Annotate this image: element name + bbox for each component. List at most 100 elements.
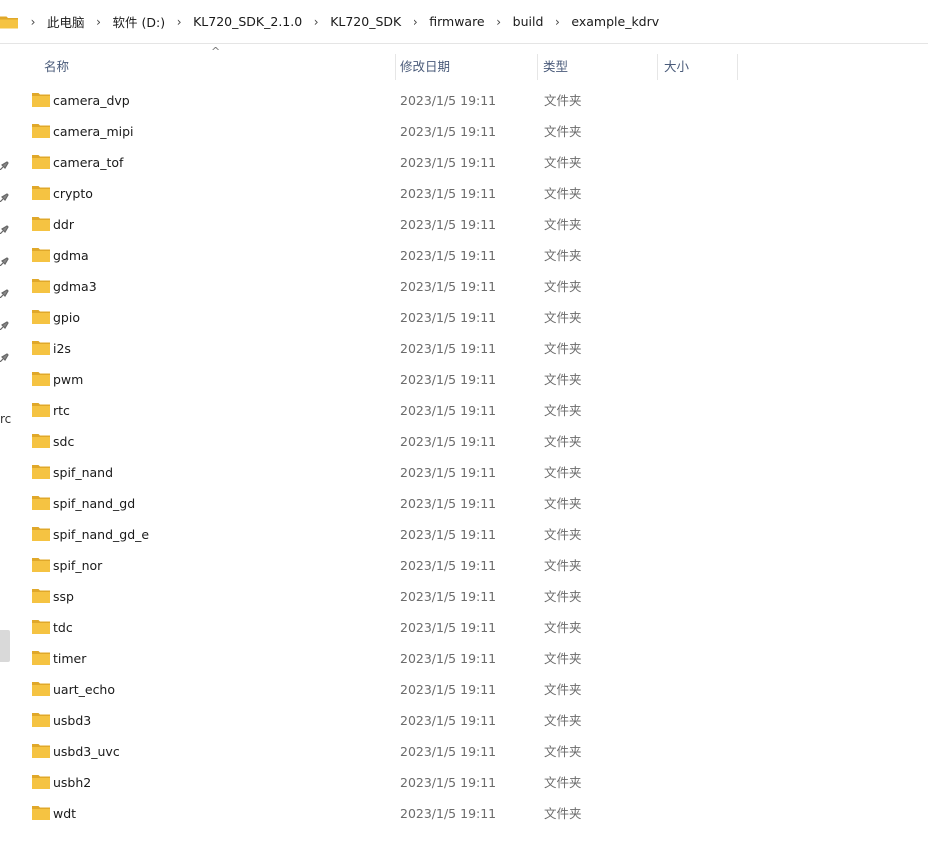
pin-icon[interactable] xyxy=(0,193,9,202)
file-type: 文件夹 xyxy=(544,527,582,542)
file-modified-date: 2023/1/5 19:11 xyxy=(400,589,497,604)
file-row[interactable]: uart_echo 2023/1/5 19:11 文件夹 xyxy=(12,674,928,705)
file-row[interactable]: usbd3_uvc 2023/1/5 19:11 文件夹 xyxy=(12,736,928,767)
file-name: spif_nand_gd_e xyxy=(53,527,150,542)
file-row[interactable]: camera_tof 2023/1/5 19:11 文件夹 xyxy=(12,147,928,178)
file-row[interactable]: i2s 2023/1/5 19:11 文件夹 xyxy=(12,333,928,364)
file-modified-date: 2023/1/5 19:11 xyxy=(400,248,497,263)
chevron-right-icon[interactable]: › xyxy=(488,15,510,29)
file-modified-date: 2023/1/5 19:11 xyxy=(400,155,497,170)
column-header-type[interactable]: 类型 xyxy=(535,52,658,82)
file-type: 文件夹 xyxy=(544,124,582,139)
file-row[interactable]: ddr 2023/1/5 19:11 文件夹 xyxy=(12,209,928,240)
breadcrumb-item[interactable]: example_kdrv xyxy=(568,14,662,29)
file-name: i2s xyxy=(53,341,71,356)
file-row[interactable]: rtc 2023/1/5 19:11 文件夹 xyxy=(12,395,928,426)
file-row[interactable]: spif_nand_gd 2023/1/5 19:11 文件夹 xyxy=(12,488,928,519)
folder-icon xyxy=(32,589,50,603)
folder-icon xyxy=(32,279,50,293)
file-modified-date: 2023/1/5 19:11 xyxy=(400,279,497,294)
breadcrumb-item[interactable]: KL720_SDK_2.1.0 xyxy=(190,14,305,29)
column-header-size[interactable]: 大小 xyxy=(656,52,738,82)
address-bar[interactable]: › 此电脑 › 软件 (D:) › KL720_SDK_2.1.0 › KL720_SDK › f… xyxy=(0,0,928,44)
chevron-right-icon[interactable]: › xyxy=(404,15,426,29)
file-name: camera_mipi xyxy=(53,124,134,139)
file-name: crypto xyxy=(53,186,93,201)
file-name: camera_dvp xyxy=(53,93,130,108)
file-row[interactable]: gdma3 2023/1/5 19:11 文件夹 xyxy=(12,271,928,302)
chevron-right-icon[interactable]: › xyxy=(88,15,110,29)
folder-icon xyxy=(32,620,50,634)
folder-icon xyxy=(32,744,50,758)
pin-icon[interactable] xyxy=(0,257,9,266)
breadcrumb-item[interactable]: firmware xyxy=(426,14,487,29)
file-name: sdc xyxy=(53,434,75,449)
file-row[interactable]: tdc 2023/1/5 19:11 文件夹 xyxy=(12,612,928,643)
folder-icon xyxy=(32,558,50,572)
folder-icon xyxy=(32,496,50,510)
file-type: 文件夹 xyxy=(544,465,582,480)
file-name: spif_nand_gd xyxy=(53,496,136,511)
chevron-right-icon[interactable]: › xyxy=(305,15,327,29)
folder-icon xyxy=(32,465,50,479)
file-type: 文件夹 xyxy=(544,744,582,759)
file-name: tdc xyxy=(53,620,73,635)
file-row[interactable]: usbd3 2023/1/5 19:11 文件夹 xyxy=(12,705,928,736)
pin-icon[interactable] xyxy=(0,353,9,362)
file-modified-date: 2023/1/5 19:11 xyxy=(400,310,497,325)
file-row[interactable]: wdt 2023/1/5 19:11 文件夹 xyxy=(12,798,928,829)
folder-icon xyxy=(32,372,50,386)
navigation-pane[interactable]: rc xyxy=(0,44,12,846)
file-modified-date: 2023/1/5 19:11 xyxy=(400,806,497,821)
chevron-right-icon[interactable]: › xyxy=(22,15,44,29)
pin-icon[interactable] xyxy=(0,321,9,330)
file-row[interactable]: ssp 2023/1/5 19:11 文件夹 xyxy=(12,581,928,612)
file-modified-date: 2023/1/5 19:11 xyxy=(400,527,497,542)
file-type: 文件夹 xyxy=(544,713,582,728)
chevron-right-icon[interactable]: › xyxy=(546,15,568,29)
file-row[interactable]: usbh2 2023/1/5 19:11 文件夹 xyxy=(12,767,928,798)
breadcrumb-item[interactable]: build xyxy=(510,14,547,29)
file-row[interactable]: crypto 2023/1/5 19:11 文件夹 xyxy=(12,178,928,209)
file-type: 文件夹 xyxy=(544,651,582,666)
pin-icon[interactable] xyxy=(0,289,9,298)
file-type: 文件夹 xyxy=(544,496,582,511)
file-row[interactable]: sdc 2023/1/5 19:11 文件夹 xyxy=(12,426,928,457)
pin-icon[interactable] xyxy=(0,225,9,234)
file-row[interactable]: gpio 2023/1/5 19:11 文件夹 xyxy=(12,302,928,333)
file-row[interactable]: spif_nor 2023/1/5 19:11 文件夹 xyxy=(12,550,928,581)
folder-icon xyxy=(32,527,50,541)
file-type: 文件夹 xyxy=(544,279,582,294)
column-header-type-label: 类型 xyxy=(543,59,569,74)
file-name: gpio xyxy=(53,310,80,325)
nav-item-label-fragment[interactable]: rc xyxy=(0,412,12,426)
file-modified-date: 2023/1/5 19:11 xyxy=(400,434,497,449)
file-name: ssp xyxy=(53,589,74,604)
file-row[interactable]: camera_mipi 2023/1/5 19:11 文件夹 xyxy=(12,116,928,147)
file-list: camera_dvp 2023/1/5 19:11 文件夹 camera_mipi 20… xyxy=(12,85,928,829)
file-row[interactable]: timer 2023/1/5 19:11 文件夹 xyxy=(12,643,928,674)
file-name: camera_tof xyxy=(53,155,124,170)
file-type: 文件夹 xyxy=(544,806,582,821)
file-type: 文件夹 xyxy=(544,403,582,418)
file-name: wdt xyxy=(53,806,77,821)
file-row[interactable]: spif_nand 2023/1/5 19:11 文件夹 xyxy=(12,457,928,488)
file-row[interactable]: gdma 2023/1/5 19:11 文件夹 xyxy=(12,240,928,271)
pin-icon[interactable] xyxy=(0,161,9,170)
nav-pane-scrollbar-thumb[interactable] xyxy=(0,630,10,662)
breadcrumb-item[interactable]: 此电脑 xyxy=(44,12,88,31)
breadcrumb: › 此电脑 › 软件 (D:) › KL720_SDK_2.1.0 › KL720_SDK › f… xyxy=(22,12,662,31)
chevron-right-icon[interactable]: › xyxy=(168,15,190,29)
file-row[interactable]: camera_dvp 2023/1/5 19:11 文件夹 xyxy=(12,85,928,116)
file-name: rtc xyxy=(53,403,70,418)
column-header-date-label: 修改日期 xyxy=(400,59,451,74)
breadcrumb-item[interactable]: 软件 (D:) xyxy=(110,12,169,31)
file-type: 文件夹 xyxy=(544,682,582,697)
file-row[interactable]: spif_nand_gd_e 2023/1/5 19:11 文件夹 xyxy=(12,519,928,550)
file-modified-date: 2023/1/5 19:11 xyxy=(400,341,497,356)
breadcrumb-item[interactable]: KL720_SDK xyxy=(327,14,404,29)
file-row[interactable]: pwm 2023/1/5 19:11 文件夹 xyxy=(12,364,928,395)
column-header-date[interactable]: 修改日期 xyxy=(392,52,538,82)
file-modified-date: 2023/1/5 19:11 xyxy=(400,186,497,201)
file-modified-date: 2023/1/5 19:11 xyxy=(400,217,497,232)
